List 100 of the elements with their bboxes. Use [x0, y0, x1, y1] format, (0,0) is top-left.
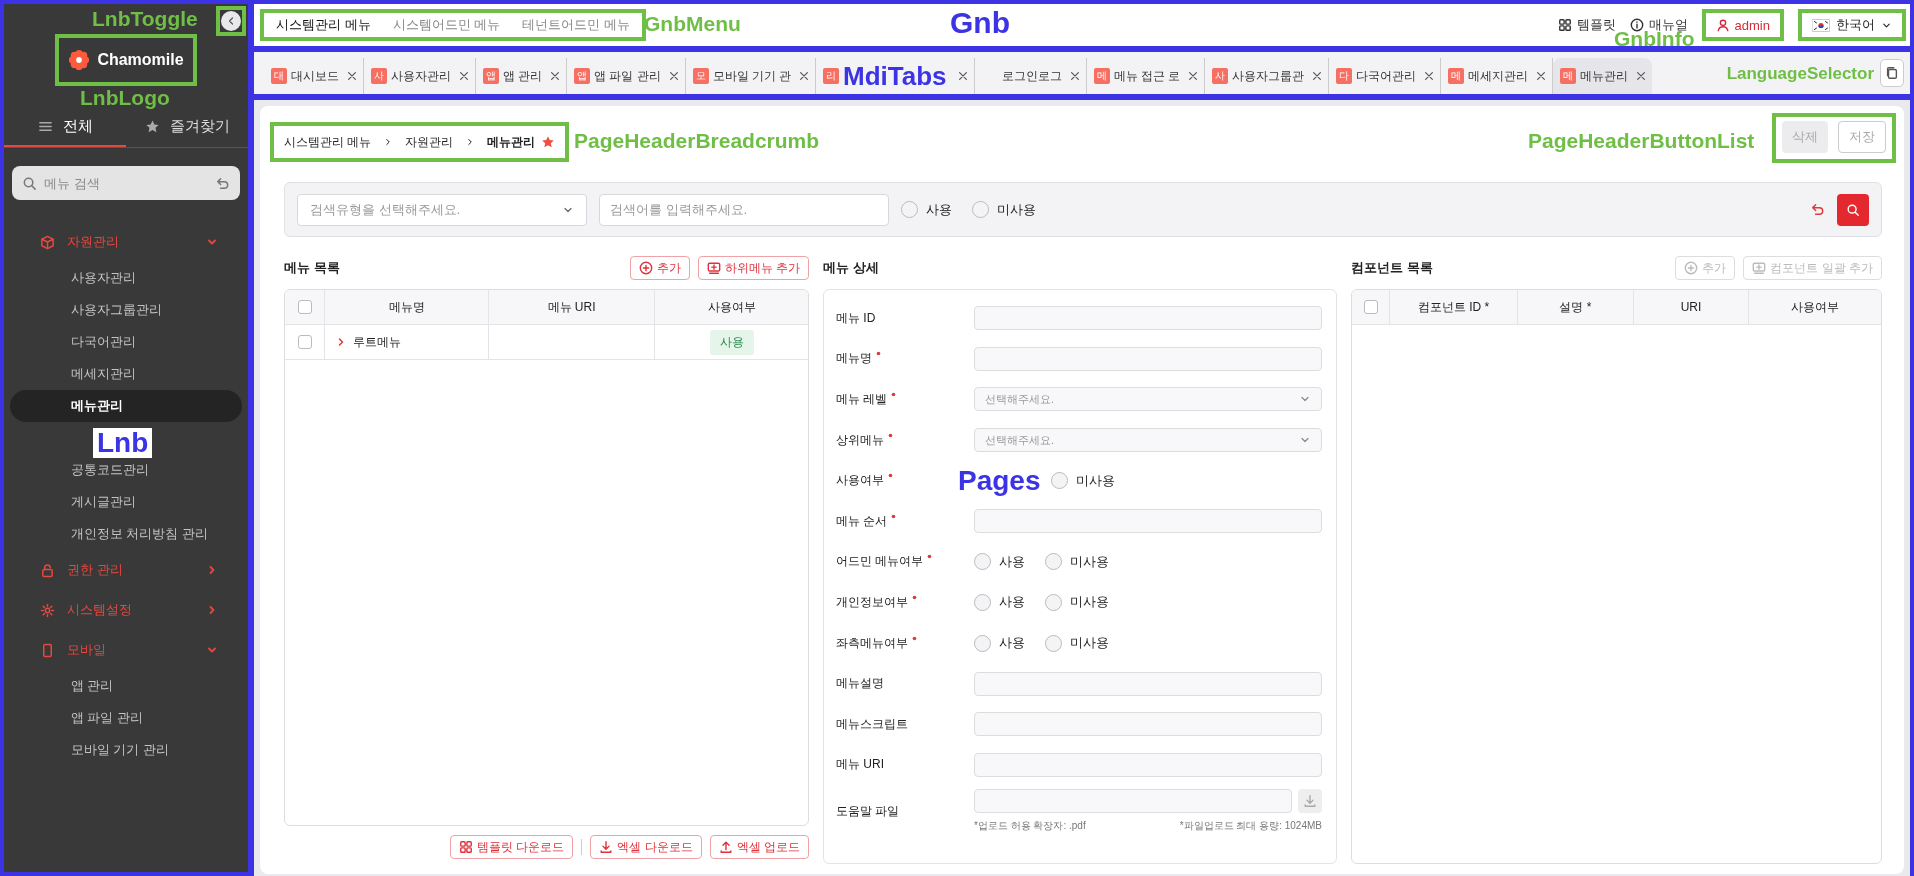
reset-button[interactable]: [1810, 202, 1825, 217]
menu-item[interactable]: 개인정보 처리방침 관리: [10, 518, 242, 550]
radio-button[interactable]: [974, 593, 991, 611]
close-button[interactable]: [346, 70, 358, 82]
add-box-icon: [706, 261, 721, 275]
undo-icon: [1810, 202, 1825, 217]
close-button[interactable]: [1534, 70, 1547, 82]
close-icon: [549, 70, 562, 82]
action-button[interactable]: 추가: [629, 256, 690, 280]
input-field[interactable]: [974, 346, 1322, 371]
top-link[interactable]: 템플릿: [1557, 16, 1616, 34]
flower-icon: [68, 49, 91, 71]
tab[interactable]: 메 메세지관리: [1440, 58, 1553, 94]
annotation-label: LanguageSelector: [1726, 64, 1874, 82]
close-icon: [1310, 70, 1323, 82]
copy-button[interactable]: [1880, 59, 1904, 87]
close-button[interactable]: [1310, 70, 1323, 82]
tab[interactable]: 사 사용자관리: [364, 58, 476, 94]
annotation-label: GnbMenu: [644, 13, 741, 34]
tab[interactable]: 메 메뉴관리: [1552, 58, 1652, 94]
action-button[interactable]: 하위메뉴 추가: [697, 256, 809, 280]
field-label: 도움말 파일: [836, 803, 900, 821]
column-header: 설명 *: [1518, 290, 1634, 324]
column-header: 사용여부: [1790, 298, 1840, 316]
close-button[interactable]: [458, 70, 470, 82]
footer-button[interactable]: 엑셀 다운로드: [590, 835, 702, 860]
radio-button[interactable]: [1045, 634, 1062, 652]
close-button[interactable]: [798, 70, 810, 82]
tab[interactable]: 앱 앱 파일 관리: [567, 58, 686, 94]
keyword-field[interactable]: 검색어를 입력해주세요.: [599, 193, 889, 226]
top-menu-link[interactable]: 시스템어드민 메뉴: [392, 16, 501, 34]
field-label: 메뉴명: [836, 350, 872, 368]
section-title: 메뉴 상세: [823, 259, 879, 277]
menu-item[interactable]: 사용자그룹관리: [10, 294, 242, 326]
close-button[interactable]: [956, 70, 969, 82]
close-button[interactable]: [1068, 70, 1081, 82]
close-button[interactable]: [1634, 70, 1647, 82]
checkbox[interactable]: [297, 335, 312, 349]
menu-item[interactable]: 다국어관리: [10, 326, 242, 358]
top-menu-link[interactable]: 시스템관리 메뉴: [276, 16, 371, 34]
radio-label: 사용: [999, 634, 1025, 653]
menu-item[interactable]: 메뉴관리: [10, 390, 242, 422]
tab[interactable]: 사 사용자그룹관: [1204, 58, 1329, 94]
tab-badge: 메: [1559, 68, 1576, 84]
input-field[interactable]: [974, 752, 1322, 777]
tab-label: 사용자관리: [391, 68, 451, 84]
radio-button[interactable]: [974, 553, 991, 571]
radio-button[interactable]: [974, 634, 991, 652]
close-icon: [1422, 70, 1435, 82]
radio-button[interactable]: [1050, 472, 1068, 490]
menu-item[interactable]: 메세지관리: [10, 358, 242, 390]
tab-badge: 메: [1093, 68, 1110, 84]
user-button[interactable]: admin: [1701, 9, 1784, 41]
radio-button[interactable]: [1045, 553, 1062, 571]
tab[interactable]: 대 대시보드: [264, 58, 364, 94]
input-field[interactable]: [974, 306, 1322, 331]
tab[interactable]: 리 MdiTabs: [816, 58, 975, 94]
checkbox[interactable]: [297, 300, 312, 314]
tab[interactable]: 모 모바일 기기 관: [685, 58, 816, 94]
close-button[interactable]: [667, 70, 680, 82]
input-field[interactable]: [974, 712, 1322, 737]
input-field[interactable]: [974, 671, 1322, 696]
tab-badge: 앱: [483, 68, 499, 84]
close-button[interactable]: [1186, 70, 1199, 82]
tab[interactable]: 메 메뉴 접근 로: [1086, 58, 1205, 94]
tab-badge: 모: [692, 68, 709, 84]
menu-item[interactable]: 모바일 기기 관리: [10, 734, 242, 766]
language-selector[interactable]: 한국어: [1798, 9, 1906, 41]
menu-item[interactable]: 앱 파일 관리: [10, 702, 242, 734]
radio-button[interactable]: [901, 201, 918, 218]
collapse-button[interactable]: [216, 6, 246, 36]
radio-button[interactable]: [972, 201, 989, 218]
download-button[interactable]: [1298, 789, 1322, 814]
tab[interactable]: 로그인로그: [974, 58, 1087, 94]
radio-label: 미사용: [1070, 593, 1109, 612]
menu-item[interactable]: 사용자관리: [10, 262, 242, 294]
hint-text: *파일업로드 최대 용량: 1024MB: [1179, 819, 1322, 834]
breadcrumb-item[interactable]: 자원관리: [405, 133, 454, 151]
breadcrumb-item[interactable]: 시스템관리 메뉴: [284, 133, 372, 151]
chevron-left-icon: [221, 11, 241, 31]
field-label: 메뉴 레벨: [836, 391, 888, 408]
tab[interactable]: 앱 앱 관리: [476, 58, 568, 94]
footer-button[interactable]: 템플릿 다운로드: [449, 835, 574, 860]
file-field[interactable]: [974, 789, 1292, 814]
close-icon: [346, 70, 358, 82]
search-button[interactable]: [1837, 193, 1869, 226]
tab[interactable]: 다 다국어관리: [1328, 58, 1441, 94]
top-menu-link[interactable]: 테넌트어드민 메뉴: [522, 16, 630, 34]
radio-button[interactable]: [1045, 593, 1062, 611]
field-label: 메뉴 ID: [836, 309, 876, 327]
menu-item[interactable]: 게시글관리: [10, 486, 242, 518]
input-field[interactable]: [974, 509, 1322, 534]
footer-button[interactable]: 엑셀 업로드: [709, 835, 809, 860]
close-button[interactable]: [1422, 70, 1435, 82]
close-button[interactable]: [549, 70, 562, 82]
search-field[interactable]: 메뉴 검색: [12, 166, 240, 200]
menu-item[interactable]: 앱 관리: [10, 670, 242, 702]
sidebar-tab[interactable]: 즐겨찾기: [126, 108, 248, 147]
checkbox[interactable]: [1363, 300, 1378, 314]
sidebar-tab[interactable]: 전체: [4, 108, 126, 147]
